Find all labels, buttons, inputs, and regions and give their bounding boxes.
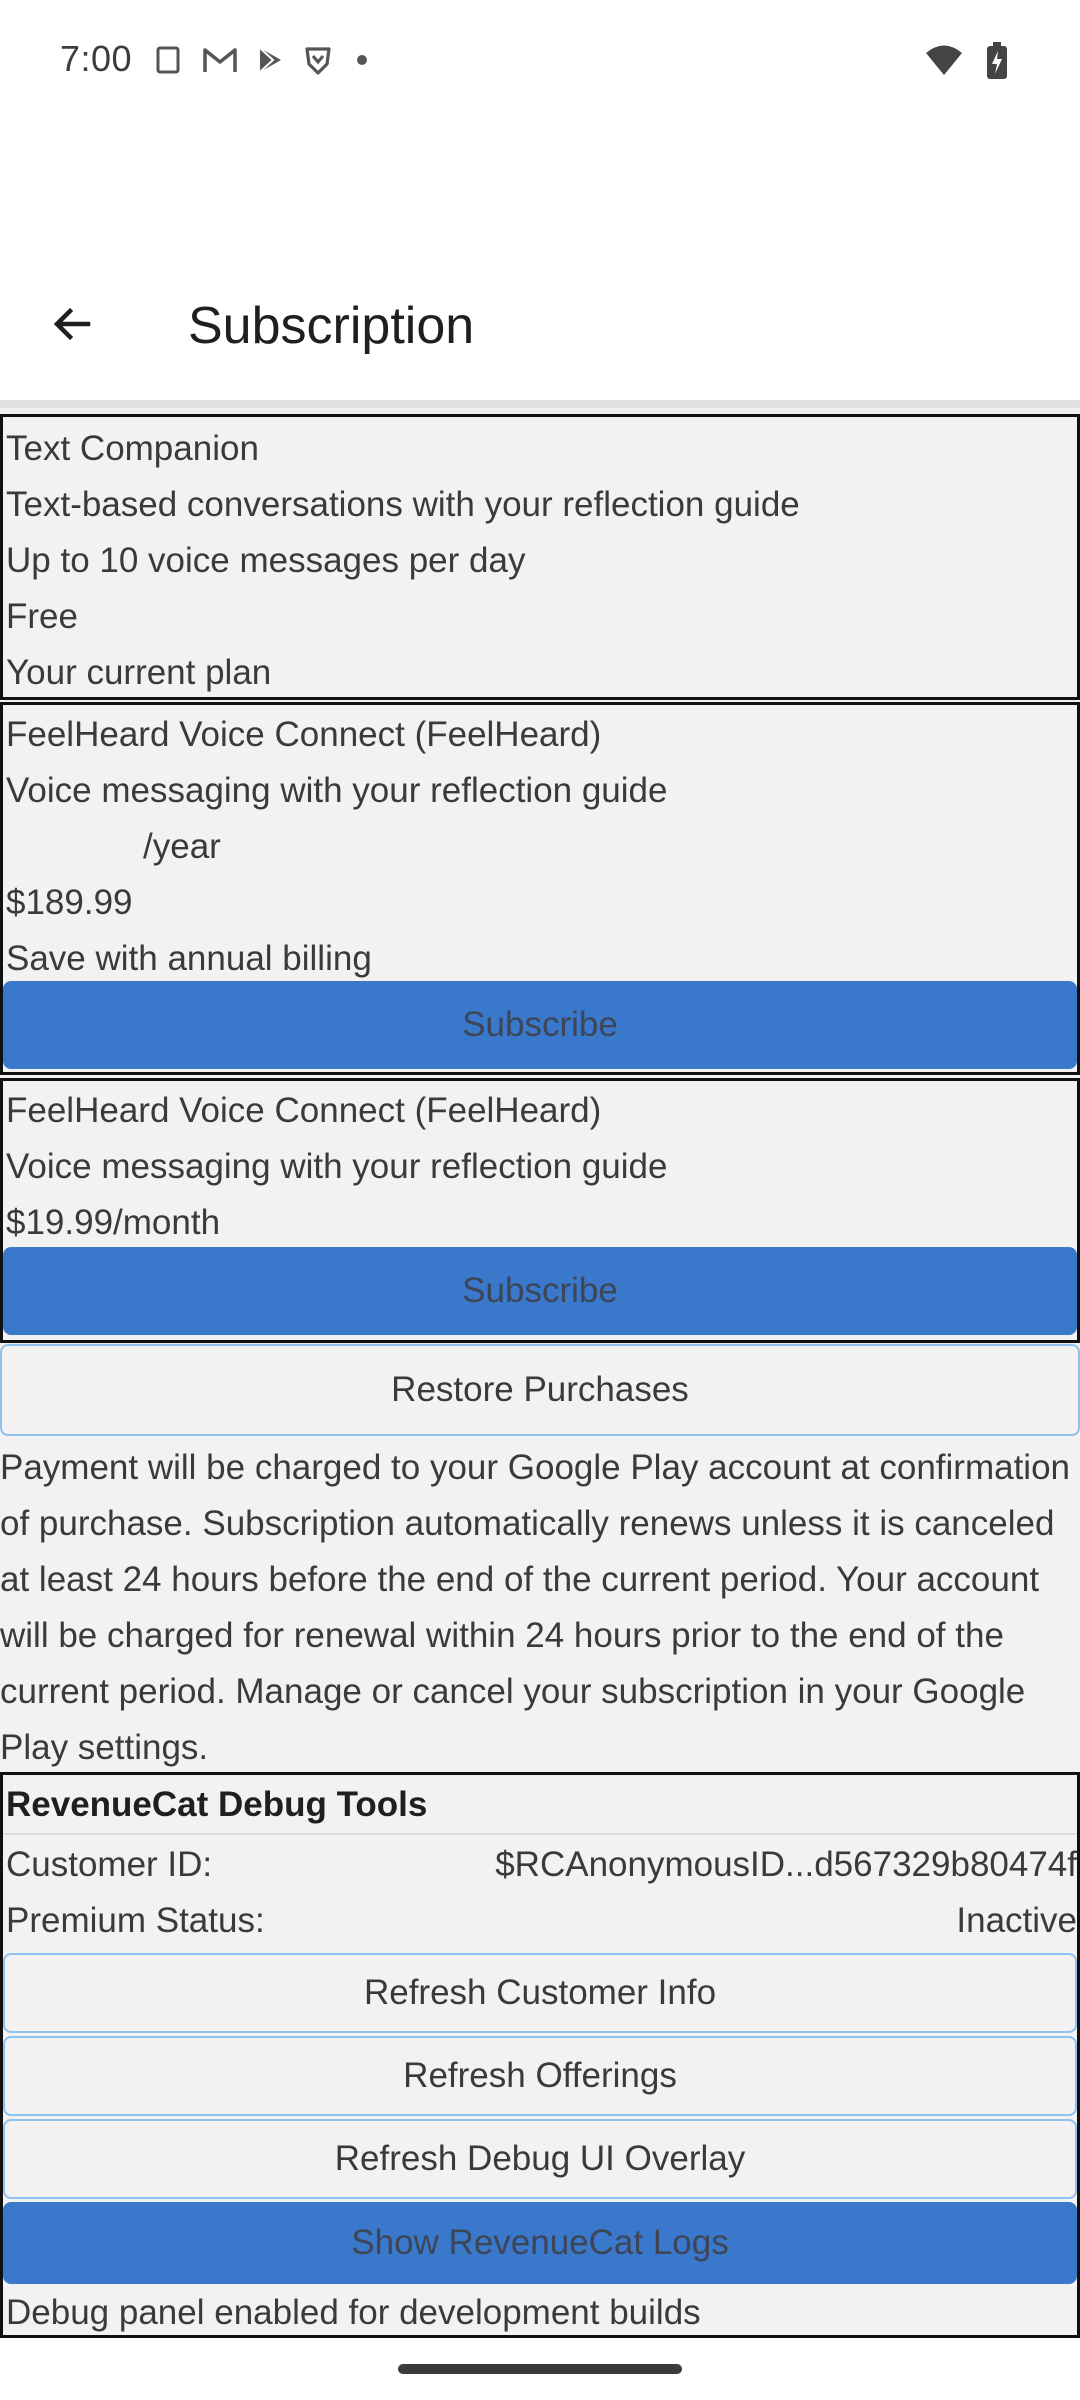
refresh-offerings-button[interactable]: Refresh Offerings	[3, 2036, 1077, 2116]
subscribe-monthly-button[interactable]: Subscribe	[3, 1247, 1077, 1335]
plan-price: $19.99/month	[6, 1203, 221, 1242]
plan-description: Text-based conversations with your refle…	[6, 485, 800, 524]
debug-tools-panel: RevenueCat Debug Tools Customer ID: $RCA…	[0, 1772, 1080, 2338]
plan-name: FeelHeard Voice Connect (FeelHeard)	[6, 1091, 602, 1130]
debug-divider	[3, 1833, 1077, 1835]
customer-id-value: $RCAnonymousID...d567329b80474f	[495, 1845, 1077, 1884]
plan-card-monthly: FeelHeard Voice Connect (FeelHeard) Voic…	[0, 1078, 1080, 1343]
dot-icon	[352, 50, 372, 75]
home-indicator[interactable]	[398, 2364, 682, 2374]
status-icons-right	[924, 42, 1008, 85]
refresh-customer-info-button[interactable]: Refresh Customer Info	[3, 1953, 1077, 2033]
brave-icon	[302, 44, 334, 81]
plan-price: Free	[6, 597, 78, 636]
app-bar-divider	[0, 400, 1080, 408]
customer-id-label: Customer ID:	[6, 1845, 213, 1884]
plan-card-annual: FeelHeard Voice Connect (FeelHeard) Voic…	[0, 702, 1080, 1075]
subscribe-annual-button[interactable]: Subscribe	[3, 981, 1077, 1069]
page-title: Subscription	[188, 297, 475, 355]
status-icons-left	[152, 44, 372, 81]
plan-status: Your current plan	[6, 653, 272, 692]
debug-footer-note: Debug panel enabled for development buil…	[6, 2293, 701, 2332]
app-bar	[0, 128, 1080, 404]
legal-disclaimer: Payment will be charged to your Google P…	[0, 1448, 1071, 1767]
gmail-icon	[202, 45, 238, 80]
plan-name: Text Companion	[6, 429, 259, 468]
plan-description: Voice messaging with your reflection gui…	[6, 1147, 668, 1186]
subscription-content[interactable]: Text Companion Text-based conversations …	[0, 408, 1080, 2338]
plan-price: $189.99	[6, 883, 133, 922]
premium-status-label: Premium Status:	[6, 1901, 265, 1940]
back-button[interactable]	[36, 290, 108, 362]
plan-card-text-companion: Text Companion Text-based conversations …	[0, 414, 1080, 700]
premium-status-value: Inactive	[956, 1901, 1077, 1940]
debug-title: RevenueCat Debug Tools	[6, 1785, 428, 1824]
notification-icon	[152, 44, 184, 81]
restore-purchases-button[interactable]: Restore Purchases	[0, 1344, 1080, 1436]
plan-detail: Up to 10 voice messages per day	[6, 541, 526, 580]
customer-id-row: Customer ID: $RCAnonymousID...d567329b80…	[3, 1837, 1077, 1893]
plan-period: /year	[143, 827, 221, 866]
premium-status-row: Premium Status: Inactive	[3, 1893, 1077, 1949]
play-store-icon	[256, 45, 284, 80]
plan-description: Voice messaging with your reflection gui…	[6, 771, 668, 810]
wifi-icon	[924, 44, 964, 83]
show-revenuecat-logs-button[interactable]: Show RevenueCat Logs	[3, 2202, 1077, 2284]
arrow-back-icon	[48, 300, 96, 353]
refresh-debug-overlay-button[interactable]: Refresh Debug UI Overlay	[3, 2119, 1077, 2199]
plan-name: FeelHeard Voice Connect (FeelHeard)	[6, 715, 602, 754]
status-bar: 7:00	[0, 0, 1080, 128]
battery-charging-icon	[986, 42, 1008, 85]
plan-note: Save with annual billing	[6, 939, 372, 978]
status-time: 7:00	[60, 38, 133, 79]
